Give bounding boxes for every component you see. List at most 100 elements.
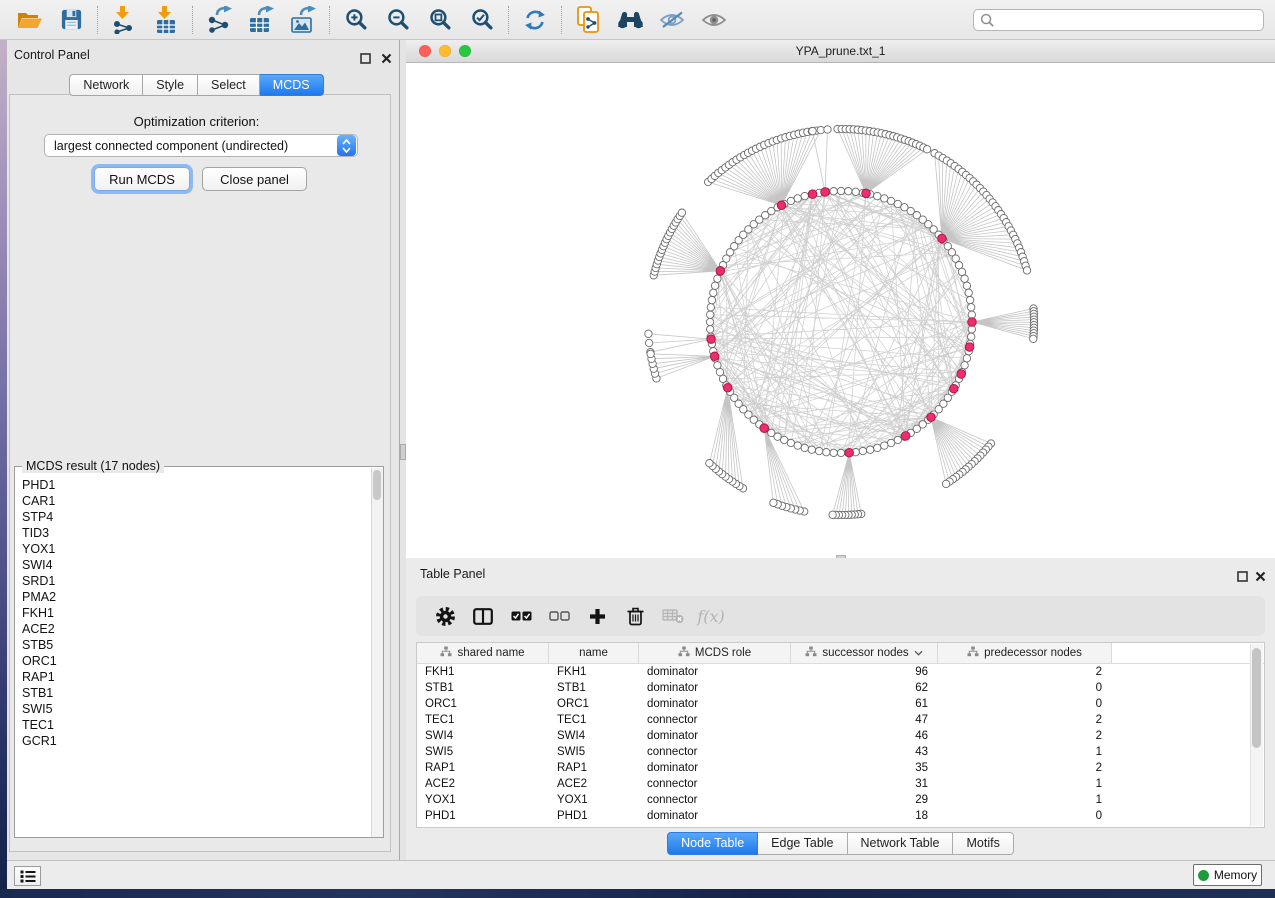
select-all-columns-icon[interactable] [502,600,540,632]
result-node-item[interactable]: RAP1 [15,669,371,685]
network-view[interactable] [406,63,1275,558]
create-column-icon[interactable] [578,600,616,632]
mcds-result-list[interactable]: PHD1CAR1STP4TID3YOX1SWI4SRD1PMA2FKH1ACE2… [15,477,371,836]
close-table-panel-icon[interactable] [1255,569,1266,580]
result-node-item[interactable]: PMA2 [15,589,371,605]
column-header-shared-name[interactable]: shared name [417,643,549,663]
show-graphics-details-icon[interactable] [693,3,735,37]
tab-style[interactable]: Style [143,74,198,96]
shared-column-icon [967,646,979,660]
cell-successor-nodes: 96 [791,666,938,678]
table-row[interactable]: RAP1RAP1dominator352 [417,760,1264,776]
table-row[interactable]: SWI5SWI5connector431 [417,744,1264,760]
deselect-all-columns-icon[interactable] [540,600,578,632]
refresh-view-icon[interactable] [514,3,556,37]
result-node-item[interactable]: SRD1 [15,573,371,589]
optimization-criterion-select[interactable]: largest connected component (undirected) [44,134,358,157]
result-node-item[interactable]: GCR1 [15,733,371,749]
table-row[interactable]: PHD1PHD1dominator180 [417,808,1264,824]
header-filler [1112,643,1264,663]
float-table-panel-icon[interactable] [1237,569,1248,580]
sort-caret-icon[interactable] [914,647,923,659]
cell-name: YOX1 [549,794,639,806]
main-toolbar [0,0,1275,40]
cell-predecessor-nodes: 1 [938,746,1112,758]
zoom-selected-icon[interactable] [461,3,503,37]
cell-predecessor-nodes: 0 [938,682,1112,694]
table-row[interactable]: SWI4SWI4dominator462 [417,728,1264,744]
column-header-successor-nodes[interactable]: successor nodes [791,643,938,663]
float-panel-icon[interactable] [360,51,371,62]
table-row[interactable]: YOX1YOX1connector291 [417,792,1264,808]
open-session-icon[interactable] [8,3,50,37]
export-network-icon[interactable] [198,3,240,37]
zoom-fit-icon[interactable] [419,3,461,37]
run-mcds-button[interactable]: Run MCDS [94,167,190,191]
result-scrollbar-thumb[interactable] [373,470,381,500]
cell-successor-nodes: 43 [791,746,938,758]
result-node-item[interactable]: ORC1 [15,653,371,669]
export-table-icon[interactable] [240,3,282,37]
delete-column-trash-icon[interactable] [616,600,654,632]
result-node-item[interactable]: TEC1 [15,717,371,733]
cell-successor-nodes: 31 [791,778,938,790]
search-objects-icon[interactable] [609,3,651,37]
search-input[interactable] [995,12,1263,28]
export-image-icon[interactable] [282,3,324,37]
share-document-icon[interactable] [567,3,609,37]
result-node-item[interactable]: PHD1 [15,477,371,493]
save-session-icon[interactable] [50,3,92,37]
result-node-item[interactable]: STB1 [15,685,371,701]
tab-node-table[interactable]: Node Table [667,832,758,855]
task-history-list-button[interactable] [14,866,41,886]
column-settings-gear-icon[interactable] [426,600,464,632]
result-node-item[interactable]: TID3 [15,525,371,541]
tab-network-table[interactable]: Network Table [848,832,954,855]
split-table-panel-icon[interactable] [464,600,502,632]
result-node-item[interactable]: ACE2 [15,621,371,637]
table-row[interactable]: ACE2ACE2connector311 [417,776,1264,792]
result-list-scrollbar[interactable] [371,468,383,837]
column-header-MCDS-role[interactable]: MCDS role [639,643,791,663]
tab-network[interactable]: Network [69,74,143,96]
cell-MCDS-role: connector [639,746,791,758]
hide-graphics-details-icon[interactable] [651,3,693,37]
result-node-item[interactable]: CAR1 [15,493,371,509]
cell-successor-nodes: 29 [791,794,938,806]
column-label: name [579,647,608,659]
table-row[interactable]: FKH1FKH1dominator962 [417,664,1264,680]
cell-MCDS-role: dominator [639,698,791,710]
result-node-item[interactable]: YOX1 [15,541,371,557]
network-graph-canvas[interactable] [406,63,1275,558]
import-network-icon[interactable] [103,3,145,37]
table-scrollbar-thumb[interactable] [1252,648,1261,748]
column-header-name[interactable]: name [549,643,639,663]
table-row[interactable]: TEC1TEC1connector472 [417,712,1264,728]
tab-motifs[interactable]: Motifs [953,832,1013,855]
import-table-icon[interactable] [145,3,187,37]
tab-mcds[interactable]: MCDS [260,74,324,96]
cell-shared-name: YOX1 [417,794,549,806]
result-node-item[interactable]: STB5 [15,637,371,653]
close-panel-button[interactable]: Close panel [202,167,307,191]
tab-edge-table[interactable]: Edge Table [758,832,847,855]
memory-button[interactable]: Memory [1193,864,1262,886]
tab-select[interactable]: Select [198,74,260,96]
cell-name: ORC1 [549,698,639,710]
zoom-out-icon[interactable] [377,3,419,37]
result-node-item[interactable]: STP4 [15,509,371,525]
result-node-item[interactable]: FKH1 [15,605,371,621]
result-node-item[interactable]: SWI4 [15,557,371,573]
cell-MCDS-role: dominator [639,666,791,678]
table-row[interactable]: STB1STB1dominator620 [417,680,1264,696]
column-header-predecessor-nodes[interactable]: predecessor nodes [938,643,1112,663]
close-panel-icon[interactable] [381,51,392,62]
table-row[interactable]: ORC1ORC1dominator610 [417,696,1264,712]
zoom-in-icon[interactable] [335,3,377,37]
toolbar-separator [508,6,509,34]
result-node-item[interactable]: SWI5 [15,701,371,717]
cell-predecessor-nodes: 1 [938,794,1112,806]
cell-successor-nodes: 62 [791,682,938,694]
search-field[interactable] [973,9,1264,31]
fx-label: f(x) [697,607,724,626]
